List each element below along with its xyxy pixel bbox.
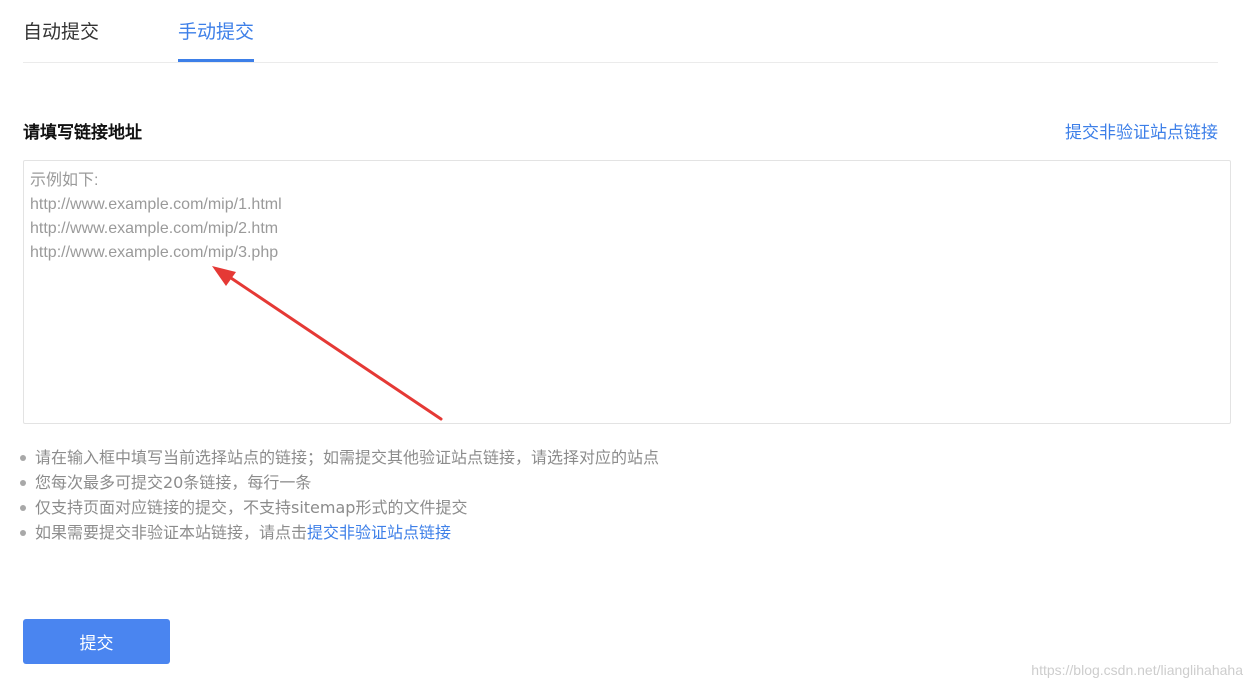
list-item: 您每次最多可提交20条链接，每行一条 (20, 470, 659, 495)
tab-auto-submit[interactable]: 自动提交 (23, 0, 99, 62)
submit-button[interactable]: 提交 (23, 619, 170, 664)
bullet-dot-icon (20, 480, 26, 486)
submit-nonverified-link[interactable]: 提交非验证站点链接 (1065, 118, 1218, 143)
watermark: https://blog.csdn.net/lianglihahaha (1031, 662, 1243, 678)
tab-bar: 自动提交 手动提交 (23, 0, 1218, 63)
list-item: 仅支持页面对应链接的提交，不支持sitemap形式的文件提交 (20, 495, 659, 520)
tip-text: 您每次最多可提交20条链接，每行一条 (35, 473, 312, 492)
list-item: 如果需要提交非验证本站链接，请点击提交非验证站点链接 (20, 520, 659, 545)
tips-list: 请在输入框中填写当前选择站点的链接；如需提交其他验证站点链接，请选择对应的站点 … (20, 445, 659, 545)
bullet-dot-icon (20, 530, 26, 536)
tab-manual-submit[interactable]: 手动提交 (178, 0, 255, 62)
tip-nonverified-link[interactable]: 提交非验证站点链接 (307, 523, 451, 542)
url-textarea[interactable] (23, 160, 1231, 424)
bullet-dot-icon (20, 505, 26, 511)
form-title: 请填写链接地址 (23, 123, 142, 143)
tip-text: 请在输入框中填写当前选择站点的链接；如需提交其他验证站点链接，请选择对应的站点 (35, 448, 660, 467)
tip-text: 如果需要提交非验证本站链接，请点击 (35, 523, 308, 542)
list-item: 请在输入框中填写当前选择站点的链接；如需提交其他验证站点链接，请选择对应的站点 (20, 445, 659, 470)
tip-text: 仅支持页面对应链接的提交，不支持sitemap形式的文件提交 (35, 498, 468, 517)
bullet-dot-icon (20, 455, 26, 461)
